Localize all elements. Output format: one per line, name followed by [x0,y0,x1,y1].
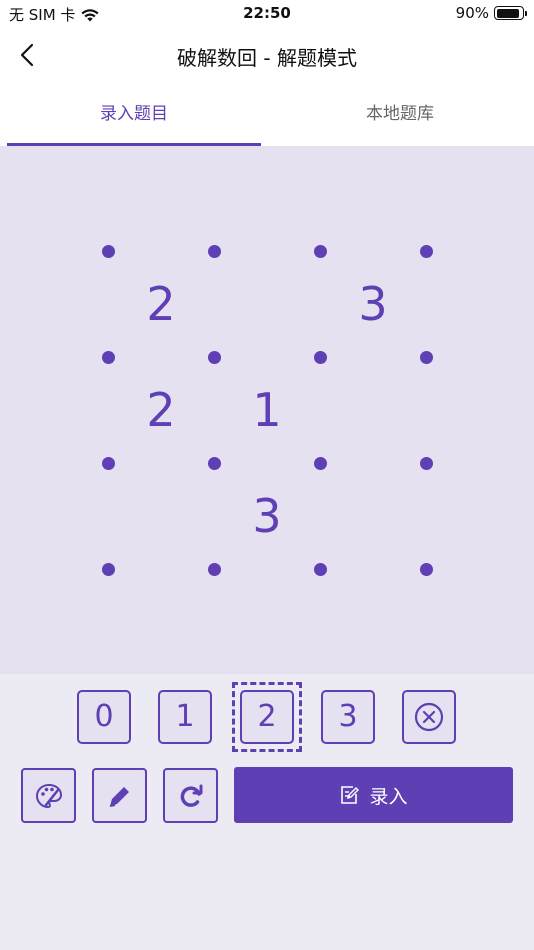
key-0[interactable]: 0 [77,690,131,744]
clear-key[interactable] [402,690,456,744]
key-1[interactable]: 1 [158,690,212,744]
board-cell[interactable]: 1 [227,380,307,440]
palette-button[interactable] [21,768,76,823]
battery-fill [496,8,519,18]
board-dot [207,456,221,470]
board-cell[interactable]: 3 [227,486,307,546]
board-dot [419,456,433,470]
board-dot [419,244,433,258]
board-dot [101,562,115,576]
board-dot [419,562,433,576]
board-dot [207,244,221,258]
board-cell[interactable] [121,486,201,546]
submit-label: 录入 [369,785,408,808]
puzzle-board[interactable]: 23213 [0,146,534,674]
edit-note-icon [341,786,360,804]
board-cell[interactable]: 2 [121,380,201,440]
key-2[interactable]: 2 [240,690,294,744]
board-cell[interactable]: 3 [333,274,413,334]
board-dot [207,562,221,576]
board-cell[interactable]: 2 [121,274,201,334]
tab-local-library[interactable]: 本地题库 [273,84,527,146]
tab-input-puzzle[interactable]: 录入题目 [7,84,261,146]
palette-icon [35,783,62,808]
page-title: 破解数回 - 解题模式 [177,46,357,70]
battery-icon [494,6,527,20]
nav-bar: 破解数回 - 解题模式 [0,28,534,84]
board-dot [101,244,115,258]
pencil-button[interactable] [92,768,147,823]
board-cell[interactable] [333,380,413,440]
status-bar: 无 SIM 卡 22:50 90% [0,0,534,28]
board-cell[interactable] [333,486,413,546]
board-dot [419,350,433,364]
board-cell[interactable] [227,274,307,334]
board-dot [313,244,327,258]
board-dot [207,350,221,364]
battery-cap [525,11,527,16]
circle-x-icon [414,702,444,732]
board-dot [313,562,327,576]
board-dot [313,350,327,364]
status-time: 22:50 [243,4,291,22]
refresh-icon [180,784,202,807]
status-right: 90% [455,4,527,22]
board-dot [313,456,327,470]
submit-button[interactable]: 录入 [234,767,513,823]
battery-text: 90% [455,4,489,22]
key-3[interactable]: 3 [321,690,375,744]
tab-bar: 录入题目 本地题库 [0,84,534,146]
board-dot [101,456,115,470]
pencil-icon [109,786,129,807]
refresh-button[interactable] [163,768,218,823]
board-dot [101,350,115,364]
